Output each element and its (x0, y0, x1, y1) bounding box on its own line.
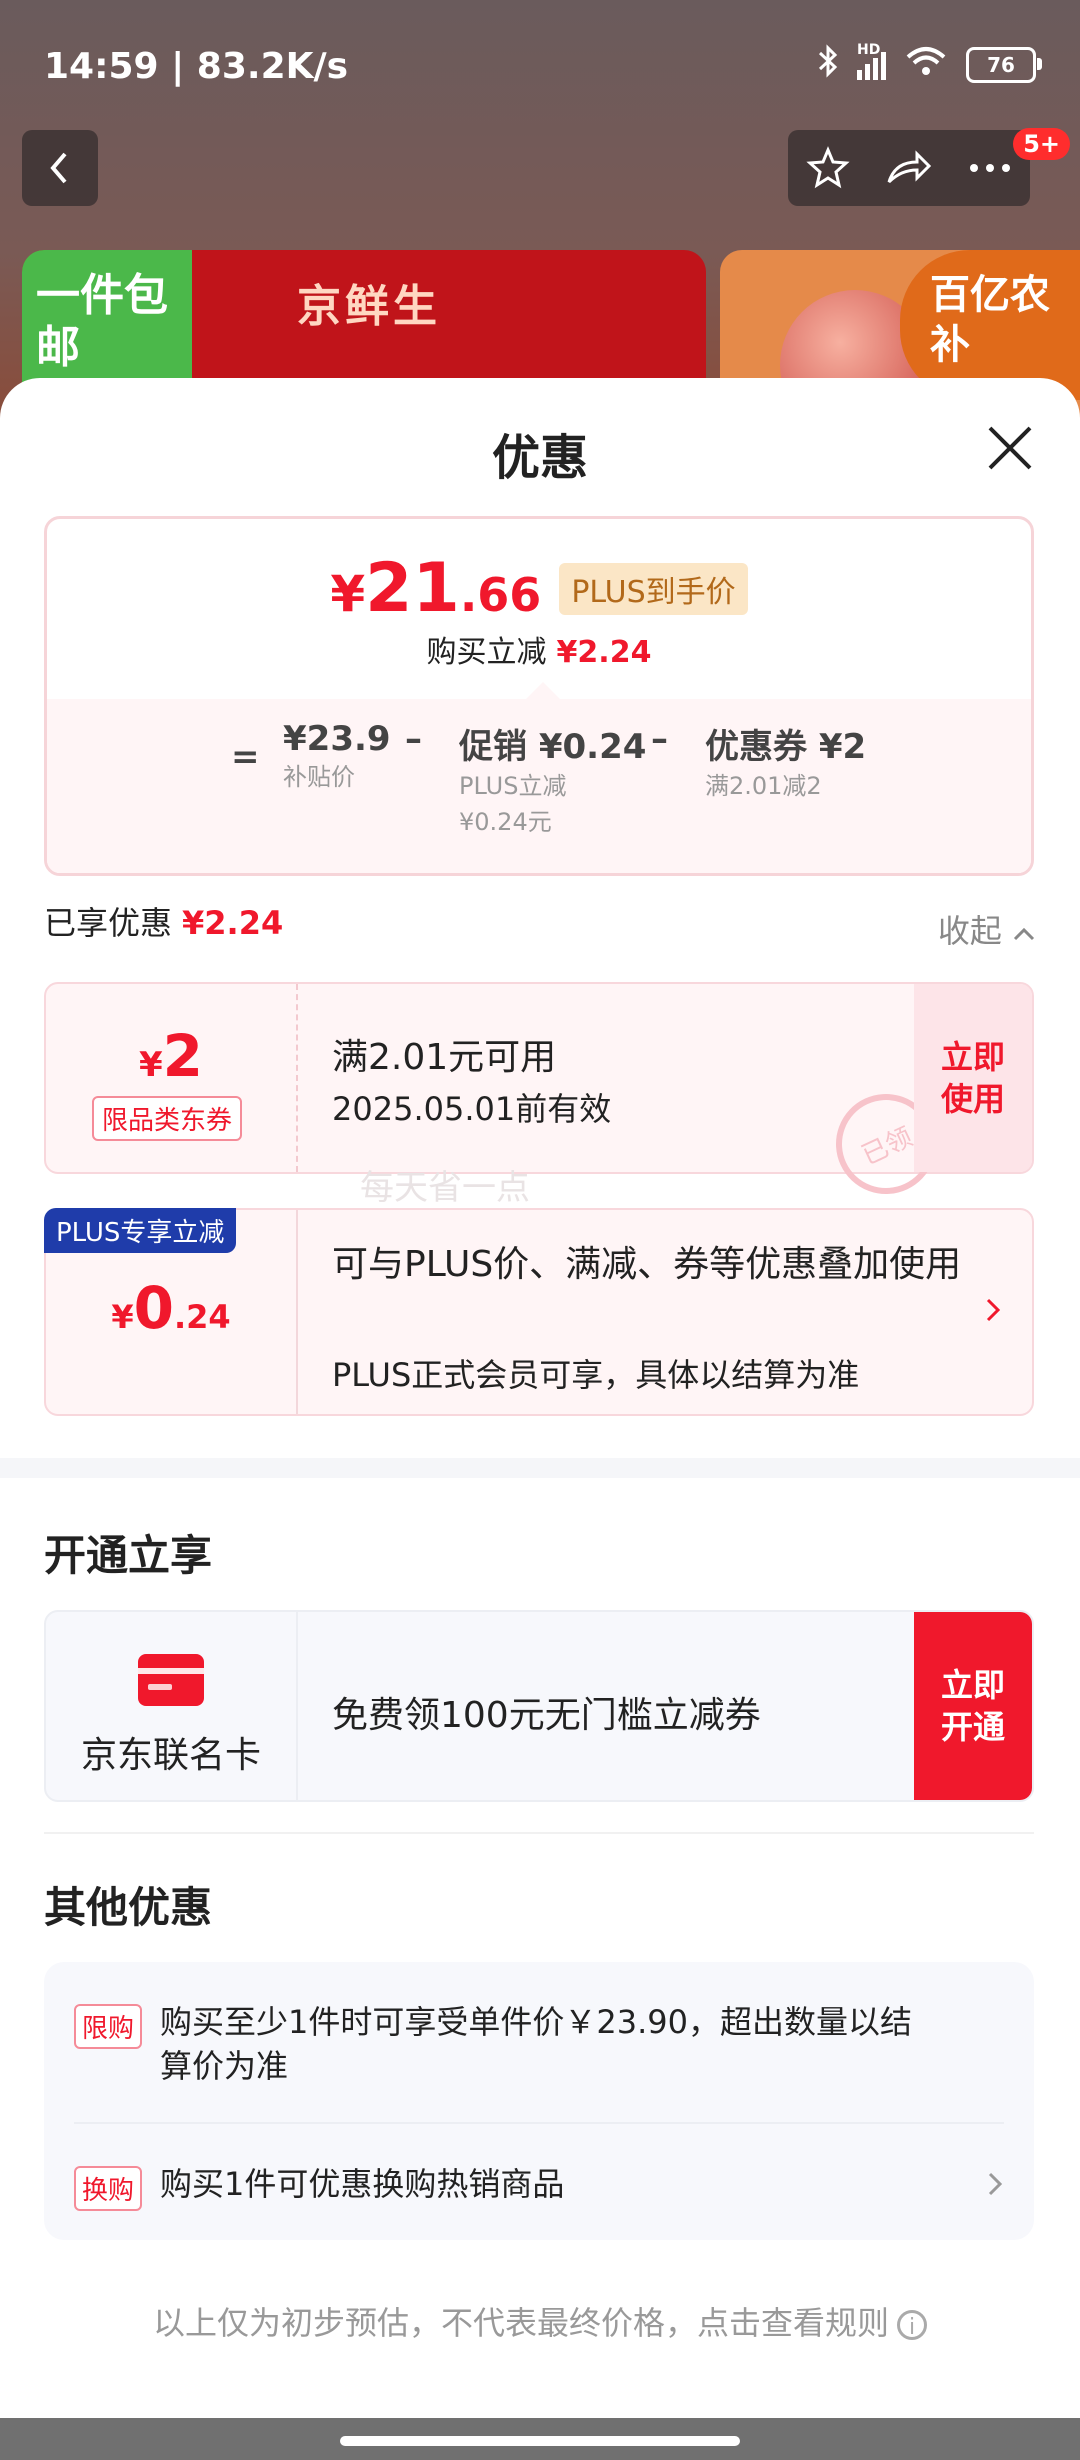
other-item-exchange[interactable]: 换购 购买1件可优惠换购热销商品 (74, 2162, 1004, 2212)
bluetooth-icon (817, 44, 839, 85)
banner-title: 京鲜生 (297, 281, 441, 332)
base-price-label: 补贴价 (283, 763, 355, 791)
plus-desc: 可与PLUS价、满减、券等优惠叠加使用 (332, 1244, 962, 1285)
discount-sheet: 优惠 ¥ 21 .66 PLUS到手价 购买立减 ¥2.24 = ¥23.9 补贴… (0, 378, 1080, 2418)
star-icon[interactable] (806, 146, 850, 190)
plus-discount-card[interactable]: PLUS专享立减 ¥0.24 可与PLUS价、满减、券等优惠叠加使用 PLUS正… (44, 1208, 1034, 1416)
enjoyed-discount: 已享优惠 ¥2.24 (44, 898, 283, 944)
back-button[interactable] (22, 130, 98, 206)
price-breakdown: ¥ 21 .66 PLUS到手价 购买立减 ¥2.24 = ¥23.9 补贴价 –… (44, 516, 1034, 876)
reduce-label: 购买立减 (426, 635, 547, 670)
promo-sub2: ¥0.24元 (459, 808, 552, 836)
coupon-title: 优惠券 ¥2 (705, 727, 867, 767)
enjoyed-label: 已享优惠 (44, 904, 173, 942)
co-brand-card: 京东联名卡 免费领100元无门槛立减券 立即开通 (44, 1610, 1034, 1802)
network-type: HD (857, 41, 881, 58)
more-icon[interactable] (968, 163, 1012, 173)
coupon-type-badge: 限品类东券 (92, 1096, 243, 1141)
base-price: ¥23.9 补贴价 (283, 719, 391, 795)
plus-dec: .24 (173, 1298, 231, 1336)
card-name: 京东联名卡 (80, 1735, 261, 1776)
base-price-value: ¥23.9 (283, 719, 391, 759)
coupon-discount: 优惠券 ¥2 满2.01减2 (705, 719, 866, 804)
battery-icon: 76 (966, 46, 1042, 83)
exchange-tag: 换购 (74, 2166, 143, 2211)
use-now-button[interactable]: 立即使用 (914, 984, 1032, 1172)
coupon-currency: ¥ (138, 1045, 163, 1085)
promo-discount: 促销 ¥0.24 PLUS立减 ¥0.24元 (459, 719, 646, 840)
open-now-button[interactable]: 立即开通 (914, 1612, 1032, 1800)
reduce-value: ¥2.24 (556, 635, 652, 670)
close-icon[interactable] (984, 422, 1036, 474)
other-separator (74, 2122, 1004, 2124)
collapse-label: 收起 (937, 912, 1002, 950)
promo-sub1: PLUS立减 (459, 772, 567, 800)
section-divider (0, 1458, 1080, 1478)
price-dec: .66 (459, 568, 542, 622)
watermark: 每天省一点 (360, 1168, 530, 1208)
coupon-amount: ¥2 (46, 1022, 296, 1090)
home-indicator[interactable] (340, 2436, 740, 2446)
coupon-sub: 满2.01减2 (705, 772, 822, 800)
collapse-button[interactable]: 收起 (938, 906, 1036, 952)
final-price: ¥ 21 .66 PLUS到手价 (47, 549, 1031, 628)
coupon-condition: 满2.01元可用 (332, 1037, 557, 1078)
plus-currency: ¥ (111, 1298, 134, 1336)
open-section-title: 开通立享 (44, 1531, 213, 1580)
status-time-speed: 14:59 | 83.2K/s (44, 46, 349, 87)
coupon-expiry: 2025.05.01前有效 (332, 1090, 612, 1128)
price-currency: ¥ (330, 565, 366, 623)
other-section-title: 其他优惠 (44, 1883, 213, 1932)
sheet-title: 优惠 (491, 430, 588, 486)
top-actions (788, 130, 1030, 206)
plus-amount: ¥0.24 (46, 1274, 296, 1342)
price-int: 21 (365, 549, 460, 628)
exchange-text: 购买1件可优惠换购热销商品 (160, 2165, 565, 2203)
plus-exclusive-tag: PLUS专享立减 (44, 1208, 237, 1253)
rules-footer[interactable]: 以上仅为初步预估，不代表最终价格，点击查看规则 i (0, 2298, 1080, 2344)
other-item-limit: 限购 购买至少1件时可享受单件价￥23.90，超出数量以结算价为准 (74, 2000, 1004, 2100)
plus-int: 0 (133, 1274, 174, 1342)
other-discounts: 限购 购买至少1件时可享受单件价￥23.90，超出数量以结算价为准 换购 购买1… (44, 1962, 1034, 2240)
chevron-right-icon (988, 2172, 1003, 2196)
minus-sign-1: – (405, 719, 422, 759)
chevron-right-icon (986, 1298, 1001, 1322)
limit-tag: 限购 (74, 2004, 143, 2049)
chevron-left-icon (50, 152, 67, 184)
credit-card-icon (138, 1654, 204, 1706)
share-icon[interactable] (885, 148, 933, 188)
status-icons: HD 76 (817, 42, 1042, 85)
enjoyed-value: ¥2.24 (182, 904, 284, 942)
plus-note: PLUS正式会员可享，具体以结算为准 (332, 1356, 860, 1394)
coupon-card: ¥2 限品类东券 满2.01元可用 2025.05.01前有效 已领 立即使用 (44, 982, 1034, 1211)
plus-price-tag: PLUS到手价 (559, 562, 748, 615)
info-icon: i (897, 2310, 927, 2340)
thin-divider (44, 1832, 1034, 1834)
card-offer: 免费领100元无门槛立减券 (332, 1695, 761, 1736)
footer-text: 以上仅为初步预估，不代表最终价格，点击查看规则 (152, 2304, 889, 2342)
battery-level: 76 (987, 52, 1015, 77)
coupon-value: 2 (162, 1022, 204, 1090)
wifi-icon (904, 45, 948, 84)
eq-sign: = (231, 737, 260, 777)
signal-icon: HD (857, 42, 886, 80)
promo-title: 促销 ¥0.24 (459, 727, 647, 767)
purchase-reduce: 购买立减 ¥2.24 (47, 627, 1031, 671)
minus-sign-2: – (651, 719, 668, 759)
notification-badge: 5+ (1013, 128, 1070, 160)
limit-text: 购买至少1件时可享受单件价￥23.90，超出数量以结算价为准 (160, 2003, 912, 2085)
chevron-up-icon (1013, 927, 1035, 941)
